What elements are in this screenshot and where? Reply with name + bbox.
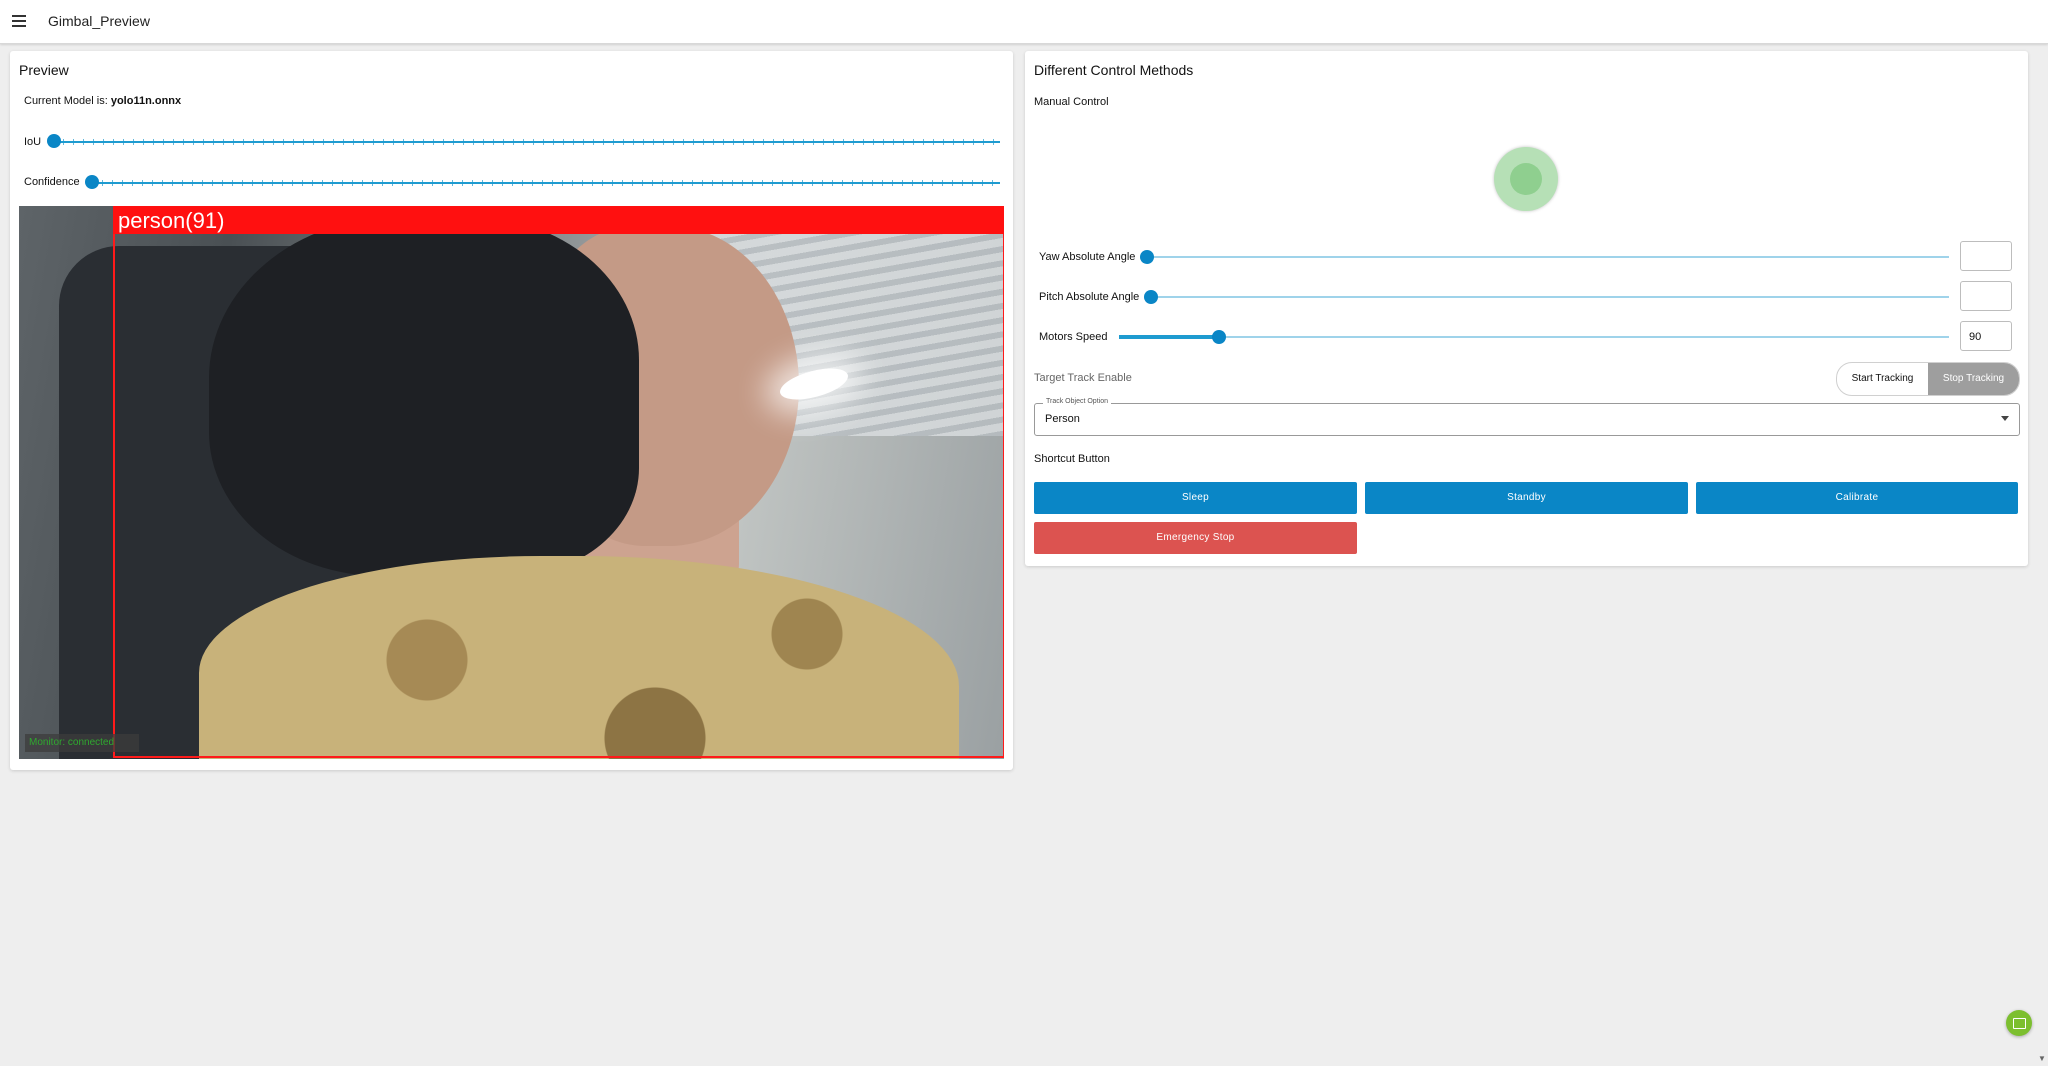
yaw-slider-track[interactable] xyxy=(1147,256,1949,258)
joystick-knob[interactable] xyxy=(1510,163,1542,195)
status-chip: Monitor: connected xyxy=(25,734,139,752)
current-model-text: Current Model is: yolo11n.onnx xyxy=(24,95,181,107)
detection-box xyxy=(113,206,1004,758)
motors-speed-label: Motors Speed xyxy=(1039,331,1108,343)
iou-label: IoU xyxy=(24,136,42,148)
motors-speed-input[interactable]: 90 xyxy=(1960,321,2012,351)
shortcut-label: Shortcut Button xyxy=(1034,453,1110,465)
iou-slider-ticks xyxy=(53,139,1000,145)
model-prefix: Current Model is: xyxy=(24,95,108,107)
manual-control-label: Manual Control xyxy=(1034,96,1109,108)
iou-slider-thumb[interactable] xyxy=(47,134,61,148)
joystick[interactable] xyxy=(1494,147,1558,211)
pitch-input[interactable] xyxy=(1960,281,2012,311)
caret-down-icon xyxy=(2001,416,2009,421)
motors-slider-thumb[interactable] xyxy=(1212,330,1226,344)
pitch-label: Pitch Absolute Angle xyxy=(1039,291,1140,303)
confidence-label: Confidence xyxy=(24,176,80,188)
track-object-legend: Track Object Option xyxy=(1043,398,1111,405)
emergency-stop-button[interactable]: Emergency Stop xyxy=(1034,522,1357,554)
camera-preview: person(91) Monitor: connected xyxy=(19,206,1004,759)
start-tracking-button[interactable]: Start Tracking xyxy=(1837,363,1928,395)
confidence-slider-thumb[interactable] xyxy=(85,175,99,189)
pitch-slider-track[interactable] xyxy=(1151,296,1949,298)
track-object-select[interactable]: Track Object Option Person xyxy=(1034,398,2020,436)
app-bar: Gimbal_Preview xyxy=(0,0,2048,44)
app-title: Gimbal_Preview xyxy=(48,13,150,29)
motors-slider-track[interactable] xyxy=(1119,336,1949,338)
pitch-slider-thumb[interactable] xyxy=(1144,290,1158,304)
track-object-value: Person xyxy=(1045,413,1080,425)
yaw-label: Yaw Absolute Angle xyxy=(1039,251,1136,263)
yaw-input[interactable] xyxy=(1960,241,2012,271)
target-track-label: Target Track Enable xyxy=(1034,372,1132,384)
preview-title: Preview xyxy=(19,62,69,78)
stop-tracking-button[interactable]: Stop Tracking xyxy=(1928,363,2019,395)
control-title: Different Control Methods xyxy=(1034,62,1194,78)
sleep-button[interactable]: Sleep xyxy=(1034,482,1357,514)
motors-slider-fill xyxy=(1119,335,1219,339)
model-name: yolo11n.onnx xyxy=(110,95,182,107)
hamburger-menu-icon[interactable] xyxy=(10,12,28,30)
calendar-icon xyxy=(2013,1018,2026,1029)
standby-button[interactable]: Standby xyxy=(1365,482,1688,514)
detection-label: person(91) xyxy=(113,206,1004,234)
scroll-down-arrow-icon[interactable]: ▼ xyxy=(2038,1054,2046,1063)
floating-action-button[interactable] xyxy=(2006,1010,2032,1036)
calibrate-button[interactable]: Calibrate xyxy=(1696,482,2018,514)
confidence-slider-ticks xyxy=(92,180,1000,186)
yaw-slider-thumb[interactable] xyxy=(1140,250,1154,264)
tracking-toggle-group: Start Tracking Stop Tracking xyxy=(1836,362,2020,396)
